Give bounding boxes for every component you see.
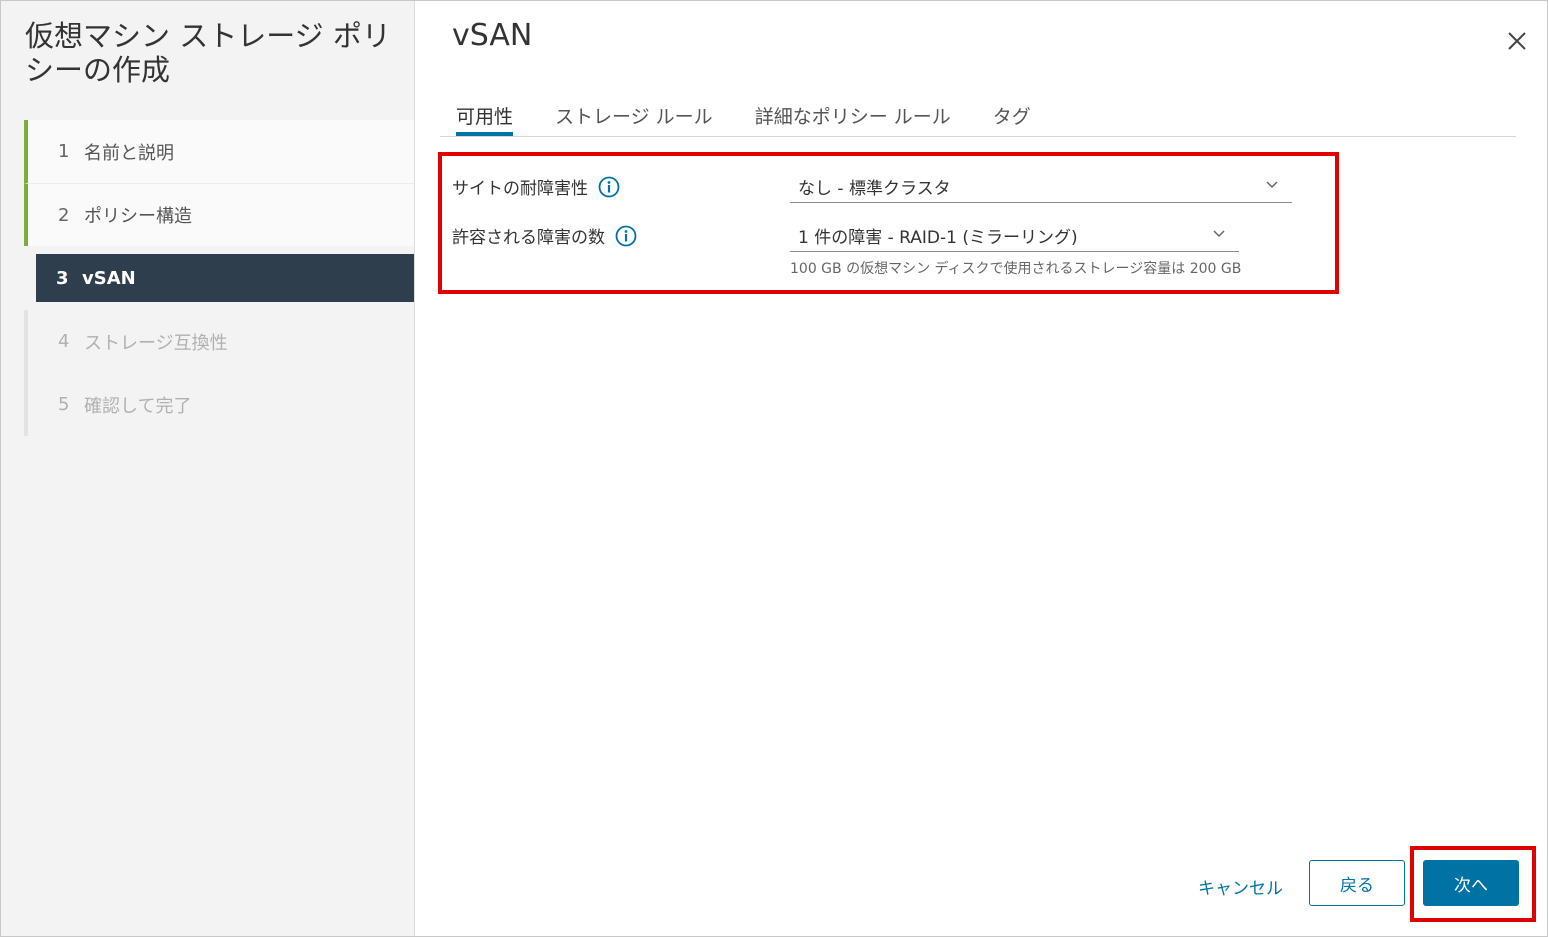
tab-bar: 可用性 ストレージ ルール 詳細なポリシー ルール タグ xyxy=(440,96,1516,137)
info-icon[interactable] xyxy=(598,176,620,198)
step-label: 名前と説明 xyxy=(84,142,174,164)
site-tolerance-label: サイトの耐障害性 xyxy=(452,179,588,199)
step-number: 3 xyxy=(56,267,69,289)
site-tolerance-value: なし - 標準クラスタ xyxy=(798,179,951,199)
wizard-step-review-finish: 5 確認して完了 xyxy=(24,373,414,436)
wizard-step-storage-compatibility: 4 ストレージ互換性 xyxy=(24,310,414,373)
wizard-step-policy-structure[interactable]: 2 ポリシー構造 xyxy=(24,183,414,246)
tab-storage-rules[interactable]: ストレージ ルール xyxy=(555,96,713,136)
close-icon xyxy=(1508,32,1526,50)
step-number: 4 xyxy=(58,331,70,352)
step-number: 1 xyxy=(58,141,70,162)
page-title: vSAN xyxy=(452,18,533,53)
info-icon[interactable] xyxy=(615,225,637,247)
step-label: ストレージ互換性 xyxy=(84,332,228,354)
close-button[interactable] xyxy=(1504,28,1530,54)
step-label: ポリシー構造 xyxy=(84,206,192,227)
tab-availability[interactable]: 可用性 xyxy=(456,96,514,136)
step-label: 確認して完了 xyxy=(84,395,192,417)
tab-advanced-policy-rules[interactable]: 詳細なポリシー ルール xyxy=(755,96,951,136)
step-number: 5 xyxy=(58,394,70,415)
wizard-steps: 1 名前と説明 2 ポリシー構造 3 vSAN 4 ストレージ互換性 5 確認し… xyxy=(24,120,414,436)
failures-tolerated-label: 許容される障害の数 xyxy=(452,228,605,248)
failures-tolerated-value: 1 件の障害 - RAID-1 (ミラーリング) xyxy=(798,228,1078,248)
next-button[interactable]: 次へ xyxy=(1423,860,1519,906)
step-label: vSAN xyxy=(82,267,136,289)
wizard-step-vsan[interactable]: 3 vSAN xyxy=(36,254,414,302)
chevron-down-icon xyxy=(1213,230,1225,238)
cancel-button[interactable]: キャンセル xyxy=(1198,874,1283,899)
storage-usage-hint: 100 GB の仮想マシン ディスクで使用されるストレージ容量は 200 GB xyxy=(790,261,1242,277)
site-tolerance-row: サイトの耐障害性 xyxy=(452,174,620,199)
failures-tolerated-select[interactable]: 1 件の障害 - RAID-1 (ミラーリング) xyxy=(790,223,1239,252)
failures-tolerated-row: 許容される障害の数 xyxy=(452,223,637,248)
chevron-down-icon xyxy=(1266,181,1278,189)
step-number: 2 xyxy=(58,204,70,226)
wizard-title: 仮想マシン ストレージ ポリシーの作成 xyxy=(25,19,391,87)
site-tolerance-select[interactable]: なし - 標準クラスタ xyxy=(790,174,1292,203)
tab-tags[interactable]: タグ xyxy=(993,96,1031,136)
wizard-step-name-description[interactable]: 1 名前と説明 xyxy=(24,120,414,183)
back-button[interactable]: 戻る xyxy=(1309,860,1405,906)
